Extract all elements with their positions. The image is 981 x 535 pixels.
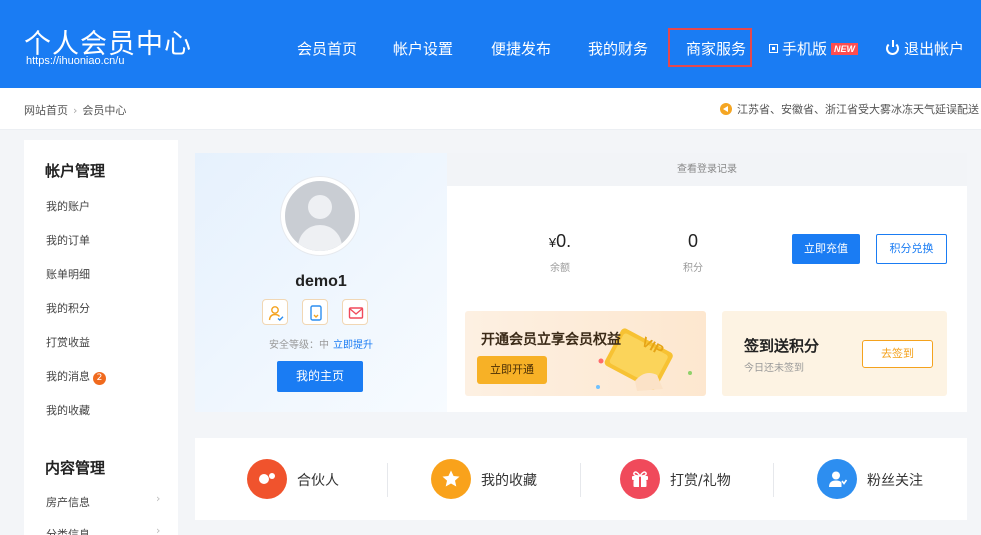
sidebar-item-my-account[interactable]: 我的账户: [46, 198, 90, 214]
chevron-right-icon: ›: [156, 524, 161, 535]
nav-logout[interactable]: 退出帐户: [886, 38, 964, 59]
chevron-right-icon: ›: [156, 492, 161, 505]
my-homepage-button[interactable]: 我的主页: [277, 361, 363, 392]
site-url: https://ihuoniao.cn/u: [26, 55, 125, 67]
sidebar-item-my-messages[interactable]: 我的消息 2: [46, 368, 106, 385]
points-exchange-button[interactable]: 积分兑换: [876, 234, 947, 264]
balance-label: 余额: [550, 263, 570, 274]
shortcut-divider: [387, 463, 388, 497]
sidebar-item-tip-income[interactable]: 打赏收益: [46, 334, 90, 350]
points-value: 0: [687, 231, 698, 251]
breadcrumb-separator: ›: [73, 104, 78, 117]
shortcut-divider: [773, 463, 774, 497]
power-icon: [886, 40, 899, 55]
points-label: 积分: [683, 263, 703, 274]
signin-title: 签到送积分: [744, 337, 820, 355]
stats-card: 查看登录记录 ¥0. 余额 0 积分 立即充值 积分兑换 VIP 开通会员立享会…: [447, 153, 967, 412]
qrcode-icon: [769, 44, 778, 53]
sidebar-item-bill-details[interactable]: 账单明细: [46, 266, 90, 282]
profile-card: demo1 安全等级：中 立即提升 我的主页: [195, 153, 447, 412]
balance-value: ¥0.: [520, 231, 600, 252]
vip-promo-banner[interactable]: VIP 开通会员立享会员权益 立即开通: [465, 311, 706, 396]
identity-verify-icon[interactable]: [262, 299, 288, 325]
breadcrumb-bar: 网站首页 › 会员中心 江苏省、安徽省、浙江省受大雾冰冻天气延误配送: [0, 88, 981, 130]
breadcrumb-current: 会员中心: [82, 104, 127, 117]
shortcut-bar: 合伙人 我的收藏 打赏/礼物 粉丝关注: [195, 438, 967, 520]
nav-logout-label: 退出帐户: [904, 40, 965, 58]
nav-mobile-version[interactable]: 手机版 NEW: [769, 38, 859, 59]
notice-text: 江苏省、安徽省、浙江省受大雾冰冻天气延误配送: [737, 103, 979, 116]
signin-button[interactable]: 去签到: [862, 340, 933, 368]
nav-merchant-services[interactable]: 商家服务: [686, 38, 746, 59]
message-count-badge: 2: [93, 372, 106, 385]
avatar[interactable]: [281, 177, 359, 255]
balance-amount: 0.: [556, 231, 572, 251]
gift-icon: [620, 459, 660, 499]
sidebar-item-classified-info[interactable]: 分类信息: [46, 526, 90, 535]
speaker-icon: [720, 103, 732, 115]
shortcut-favorites-label: 我的收藏: [481, 473, 537, 489]
phone-verify-icon[interactable]: [302, 299, 328, 325]
fans-icon: [817, 459, 857, 499]
vip-activate-button[interactable]: 立即开通: [477, 356, 547, 384]
notice-ticker[interactable]: 江苏省、安徽省、浙江省受大雾冰冻天气延误配送: [720, 101, 979, 117]
avatar-body-shape: [298, 225, 342, 251]
nav-account-settings[interactable]: 帐户设置: [393, 38, 453, 59]
nav-mobile-label: 手机版: [782, 40, 828, 58]
sidebar: 帐户管理 我的账户 我的订单 账单明细 我的积分 打赏收益 我的消息 2 我的收藏…: [24, 140, 178, 535]
nav-member-home[interactable]: 会员首页: [297, 38, 357, 59]
vip-promo-title: 开通会员立享会员权益: [481, 332, 621, 348]
avatar-head-shape: [308, 195, 332, 219]
sidebar-heading-account: 帐户管理: [45, 162, 106, 180]
security-upgrade-link[interactable]: 立即提升: [333, 340, 373, 351]
recharge-button[interactable]: 立即充值: [792, 234, 860, 264]
username: demo1: [295, 273, 347, 290]
partner-icon: [247, 459, 287, 499]
sidebar-item-my-messages-label: 我的消息: [46, 370, 90, 383]
login-record-link[interactable]: 查看登录记录: [447, 153, 967, 186]
shortcut-fans-follow-label: 粉丝关注: [867, 473, 923, 489]
breadcrumb: 网站首页 › 会员中心: [24, 102, 126, 118]
signin-status: 今日还未签到: [744, 363, 804, 374]
security-level-text: 安全等级：中: [269, 340, 329, 351]
shortcut-tips-gifts-label: 打赏/礼物: [670, 473, 731, 489]
sidebar-item-my-favorites[interactable]: 我的收藏: [46, 402, 90, 418]
sidebar-item-my-points[interactable]: 我的积分: [46, 300, 90, 316]
shortcut-partner-label: 合伙人: [297, 473, 339, 489]
shortcut-divider: [580, 463, 581, 497]
top-header: 个人会员中心 https://ihuoniao.cn/u 会员首页 帐户设置 便…: [0, 0, 981, 88]
sidebar-item-property-info[interactable]: 房产信息: [46, 494, 90, 510]
nav-my-finance[interactable]: 我的财务: [588, 38, 648, 59]
breadcrumb-site-home[interactable]: 网站首页: [24, 104, 68, 117]
email-verify-icon[interactable]: [342, 299, 368, 325]
sidebar-heading-content: 内容管理: [45, 459, 106, 477]
star-icon: [431, 459, 471, 499]
signin-banner: 签到送积分 今日还未签到 去签到: [722, 311, 947, 396]
sidebar-item-my-orders[interactable]: 我的订单: [46, 232, 90, 248]
security-level: 安全等级：中 立即提升: [195, 336, 447, 351]
new-badge: NEW: [831, 43, 859, 55]
nav-quick-publish[interactable]: 便捷发布: [491, 38, 551, 59]
